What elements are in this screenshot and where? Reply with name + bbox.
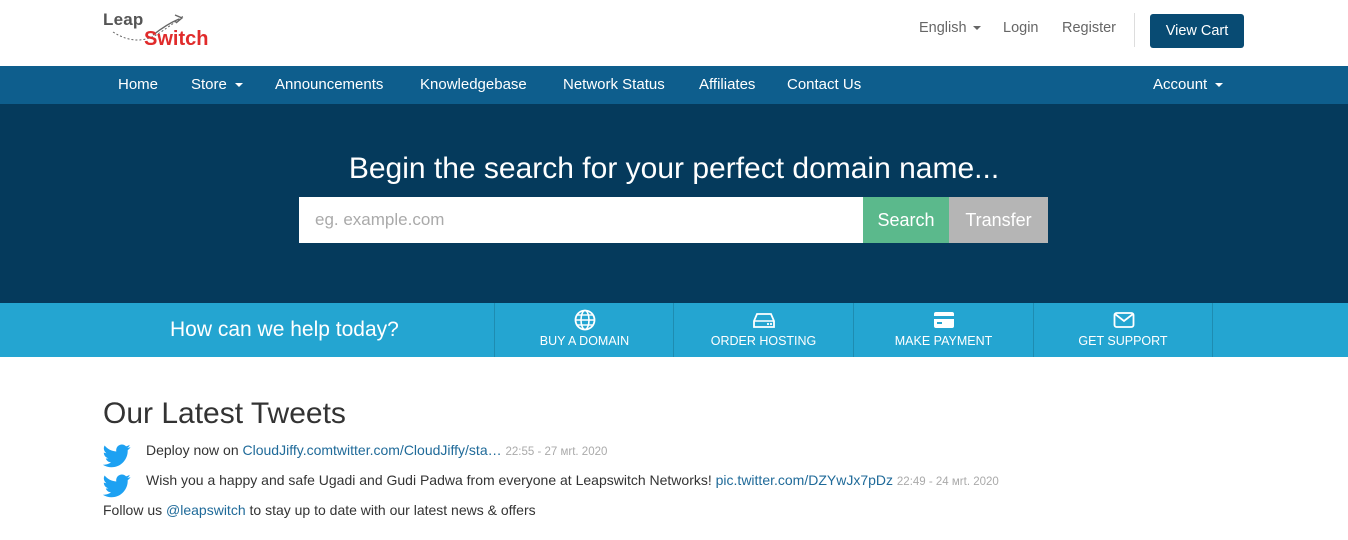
help-prompt: How can we help today?: [170, 318, 399, 341]
tweet-link[interactable]: CloudJiffy.comtwitter.com/CloudJiffy/sta…: [243, 442, 502, 458]
tweet-date: 22:49 - 24 мrt. 2020: [896, 476, 999, 488]
tweet-text: Deploy now on: [146, 442, 243, 458]
tweet-link[interactable]: pic.twitter.com/DZYwJx7pDz: [716, 472, 893, 488]
search-button[interactable]: Search: [863, 197, 949, 243]
follow-suffix: to stay up to date with our latest news …: [245, 502, 536, 518]
nav-contact-us[interactable]: Contact Us: [787, 66, 861, 104]
nav-store-label: Store: [191, 76, 227, 93]
chevron-down-icon: [234, 83, 243, 88]
hero-title: Begin the search for your perfect domain…: [348, 152, 1000, 185]
get-support-button[interactable]: Get Support: [1033, 303, 1213, 357]
make-payment-label: Make Payment: [894, 334, 993, 348]
nav-announcements[interactable]: Announcements: [275, 66, 383, 104]
login-link[interactable]: Login: [1003, 20, 1038, 42]
server-icon: [753, 313, 775, 328]
nav-account-label: Account: [1153, 76, 1208, 93]
tweet-date: 22:55 - 27 мrt. 2020: [505, 446, 608, 458]
logo-text-leap: Leap: [103, 10, 144, 29]
envelope-icon: [1113, 312, 1135, 328]
domain-search-hero: Begin the search for your perfect domain…: [0, 104, 1348, 303]
logo-text-switch: Switch: [144, 28, 209, 50]
tweet-text: Wish you a happy and safe Ugadi and Gudi…: [146, 472, 716, 488]
nav-home[interactable]: Home: [118, 66, 158, 104]
nav-account[interactable]: Account: [1153, 66, 1224, 104]
buy-domain-button[interactable]: Buy a Domain: [494, 303, 674, 357]
twitter-handle-link[interactable]: @leapswitch: [166, 502, 246, 518]
help-bar: How can we help today? Buy a Domain Orde…: [0, 303, 1348, 357]
order-hosting-label: Order Hosting: [710, 334, 817, 348]
credit-card-icon: [934, 312, 954, 328]
site-header: Leap Switch English Login Register View …: [0, 0, 1348, 66]
register-link[interactable]: Register: [1062, 20, 1116, 42]
language-label: English: [919, 20, 967, 36]
domain-search-input[interactable]: [299, 197, 863, 243]
main-navbar: Home Store Announcements Knowledgebase N…: [0, 66, 1348, 104]
view-cart-button[interactable]: View Cart: [1150, 14, 1244, 48]
follow-line: Follow us @leapswitch to stay up to date…: [103, 502, 536, 518]
nav-network-status[interactable]: Network Status: [563, 66, 665, 104]
follow-prefix: Follow us: [103, 502, 167, 518]
twitter-bird-icon: [103, 444, 131, 468]
chevron-down-icon: [1215, 83, 1224, 88]
twitter-bird-icon: [103, 474, 131, 498]
get-support-label: Get Support: [1078, 334, 1168, 348]
globe-icon: [574, 309, 596, 331]
transfer-button[interactable]: Transfer: [949, 197, 1048, 243]
make-payment-button[interactable]: Make Payment: [853, 303, 1033, 357]
nav-knowledgebase[interactable]: Knowledgebase: [420, 66, 527, 104]
chevron-down-icon: [972, 26, 981, 31]
leapswitch-logo[interactable]: Leap Switch: [103, 10, 223, 54]
nav-affiliates[interactable]: Affiliates: [699, 66, 755, 104]
tweets-heading: Our Latest Tweets: [103, 397, 346, 430]
order-hosting-button[interactable]: Order Hosting: [673, 303, 853, 357]
nav-store[interactable]: Store: [191, 66, 243, 104]
header-divider: [1134, 13, 1135, 47]
language-dropdown[interactable]: English: [919, 20, 981, 42]
buy-domain-label: Buy a Domain: [539, 334, 630, 348]
